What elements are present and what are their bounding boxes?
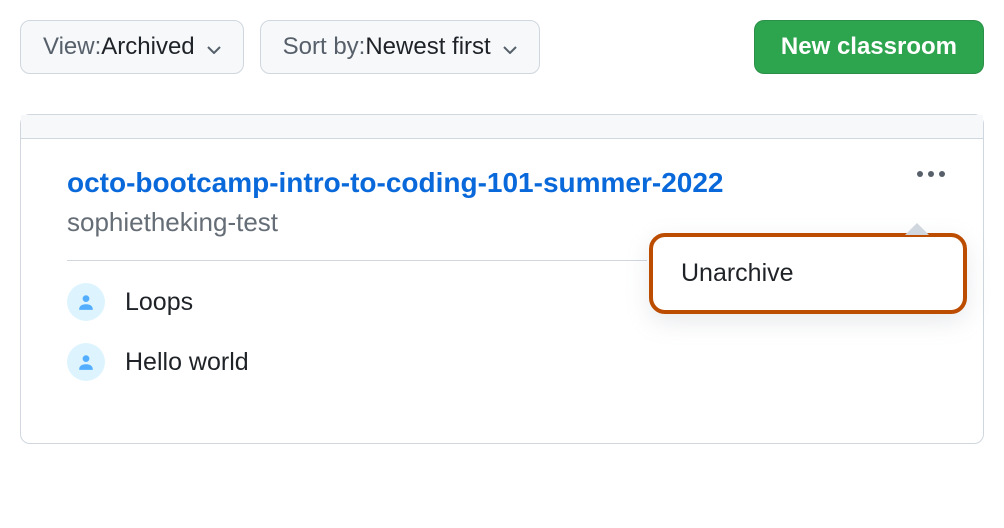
card-body: octo-bootcamp-intro-to-coding-101-summer… bbox=[21, 139, 983, 443]
kebab-menu-button[interactable] bbox=[917, 171, 945, 177]
classroom-card: octo-bootcamp-intro-to-coding-101-summer… bbox=[20, 114, 984, 444]
person-icon bbox=[67, 283, 105, 321]
classroom-title-link[interactable]: octo-bootcamp-intro-to-coding-101-summer… bbox=[67, 167, 724, 199]
view-filter-value: Archived bbox=[101, 33, 194, 61]
assignment-item[interactable]: Hello world bbox=[67, 343, 937, 381]
assignment-name: Hello world bbox=[125, 348, 249, 377]
unarchive-menu-item[interactable]: Unarchive bbox=[681, 259, 935, 288]
dot-icon bbox=[917, 171, 923, 177]
divider bbox=[67, 260, 647, 261]
card-header bbox=[21, 115, 983, 139]
new-classroom-button[interactable]: New classroom bbox=[754, 20, 984, 74]
caret-down-icon bbox=[503, 33, 517, 61]
view-filter-dropdown[interactable]: View: Archived bbox=[20, 20, 244, 74]
dot-icon bbox=[928, 171, 934, 177]
new-classroom-label: New classroom bbox=[781, 33, 957, 61]
classroom-actions-menu: Unarchive bbox=[649, 233, 967, 314]
toolbar: View: Archived Sort by: Newest first New… bbox=[20, 20, 984, 74]
view-filter-prefix: View: bbox=[43, 33, 101, 61]
sort-prefix: Sort by: bbox=[283, 33, 366, 61]
sort-value: Newest first bbox=[365, 33, 490, 61]
menu-caret-icon bbox=[905, 223, 929, 235]
sort-dropdown[interactable]: Sort by: Newest first bbox=[260, 20, 540, 74]
person-icon bbox=[67, 343, 105, 381]
assignment-name: Loops bbox=[125, 288, 193, 317]
caret-down-icon bbox=[207, 33, 221, 61]
dot-icon bbox=[939, 171, 945, 177]
